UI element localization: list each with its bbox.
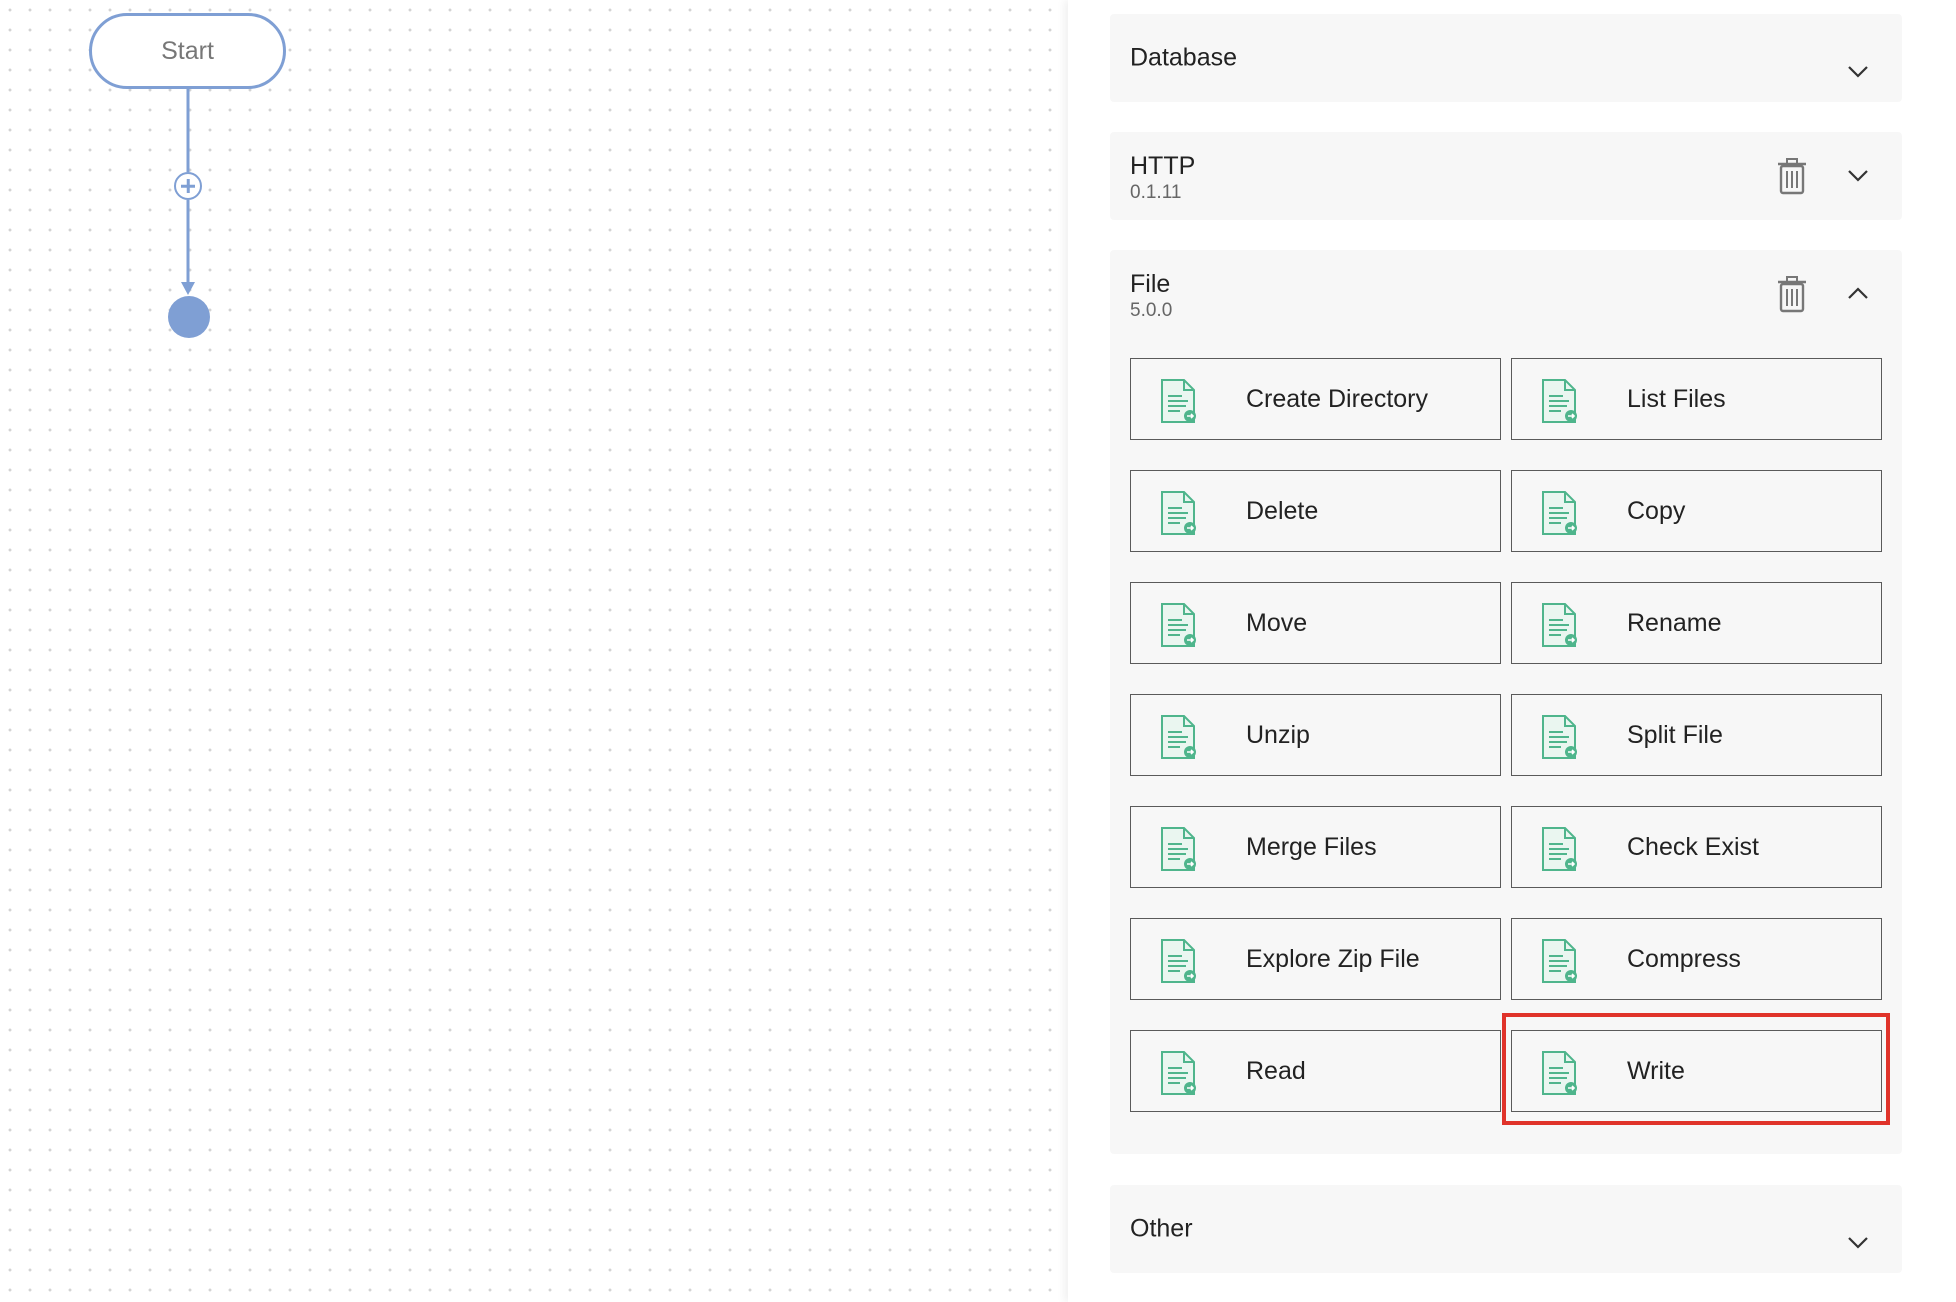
end-node[interactable] xyxy=(168,296,210,338)
action-compress[interactable]: Compress xyxy=(1511,918,1882,1000)
trash-icon[interactable] xyxy=(1774,156,1810,196)
file-document-icon xyxy=(1539,938,1581,984)
action-label: Split File xyxy=(1627,720,1723,749)
section-other: Other xyxy=(1110,1185,1902,1273)
section-title: Other xyxy=(1130,1214,1193,1243)
arrow-head-icon xyxy=(181,282,195,295)
file-document-icon xyxy=(1539,1050,1581,1096)
action-label: Unzip xyxy=(1246,720,1310,749)
section-file-header[interactable]: File 5.0.0 xyxy=(1110,250,1902,338)
file-document-icon xyxy=(1539,714,1581,760)
chevron-down-icon[interactable] xyxy=(1840,1225,1876,1261)
section-title: HTTP xyxy=(1130,152,1196,180)
file-document-icon xyxy=(1158,602,1200,648)
section-database-header[interactable]: Database xyxy=(1110,14,1902,102)
action-split-file[interactable]: Split File xyxy=(1511,694,1882,776)
file-document-icon xyxy=(1158,938,1200,984)
file-document-icon xyxy=(1539,826,1581,872)
action-check-exist[interactable]: Check Exist xyxy=(1511,806,1882,888)
file-document-icon xyxy=(1158,826,1200,872)
action-label: List Files xyxy=(1627,384,1726,413)
action-label: Create Directory xyxy=(1246,384,1428,413)
file-document-icon xyxy=(1158,378,1200,424)
section-http-header[interactable]: HTTP 0.1.11 xyxy=(1110,132,1902,220)
section-http: HTTP 0.1.11 xyxy=(1110,132,1902,220)
section-title: Database xyxy=(1130,43,1238,72)
action-label: Compress xyxy=(1627,944,1741,973)
start-node[interactable]: Start xyxy=(89,13,286,89)
action-list-files[interactable]: List Files xyxy=(1511,358,1882,440)
start-node-label: Start xyxy=(161,36,214,65)
action-move[interactable]: Move xyxy=(1130,582,1501,664)
action-copy[interactable]: Copy xyxy=(1511,470,1882,552)
action-label: Rename xyxy=(1627,608,1722,637)
section-file: File 5.0.0 Create Directory List Files D… xyxy=(1110,250,1902,1154)
file-document-icon xyxy=(1539,378,1581,424)
section-version: 0.1.11 xyxy=(1130,182,1182,203)
section-other-header[interactable]: Other xyxy=(1110,1185,1902,1273)
action-label: Copy xyxy=(1627,496,1686,525)
action-rename[interactable]: Rename xyxy=(1511,582,1882,664)
action-read[interactable]: Read xyxy=(1130,1030,1501,1112)
action-label: Move xyxy=(1246,608,1308,637)
action-delete[interactable]: Delete xyxy=(1130,470,1501,552)
action-label: Read xyxy=(1246,1056,1306,1085)
chevron-down-icon[interactable] xyxy=(1840,158,1876,194)
action-label: Explore Zip File xyxy=(1246,944,1420,973)
action-label: Delete xyxy=(1246,496,1319,525)
add-step-button[interactable] xyxy=(174,172,202,200)
file-document-icon xyxy=(1158,714,1200,760)
flow-canvas[interactable]: Start xyxy=(0,0,1068,1302)
actions-panel: Database HTTP 0.1.11 File 5.0.0 Create D… xyxy=(1068,0,1956,1302)
trash-icon[interactable] xyxy=(1774,274,1810,314)
chevron-down-icon[interactable] xyxy=(1840,54,1876,90)
action-write[interactable]: Write xyxy=(1511,1030,1882,1112)
file-document-icon xyxy=(1539,490,1581,536)
file-document-icon xyxy=(1539,602,1581,648)
action-explore-zip-file[interactable]: Explore Zip File xyxy=(1130,918,1501,1000)
action-label: Check Exist xyxy=(1627,832,1759,861)
chevron-up-icon[interactable] xyxy=(1840,276,1876,312)
section-database: Database xyxy=(1110,14,1902,102)
action-create-directory[interactable]: Create Directory xyxy=(1130,358,1501,440)
action-label: Write xyxy=(1627,1056,1685,1085)
action-unzip[interactable]: Unzip xyxy=(1130,694,1501,776)
action-merge-files[interactable]: Merge Files xyxy=(1130,806,1501,888)
section-version: 5.0.0 xyxy=(1130,300,1173,321)
file-document-icon xyxy=(1158,490,1200,536)
section-title: File xyxy=(1130,270,1171,298)
file-document-icon xyxy=(1158,1050,1200,1096)
action-label: Merge Files xyxy=(1246,832,1377,861)
